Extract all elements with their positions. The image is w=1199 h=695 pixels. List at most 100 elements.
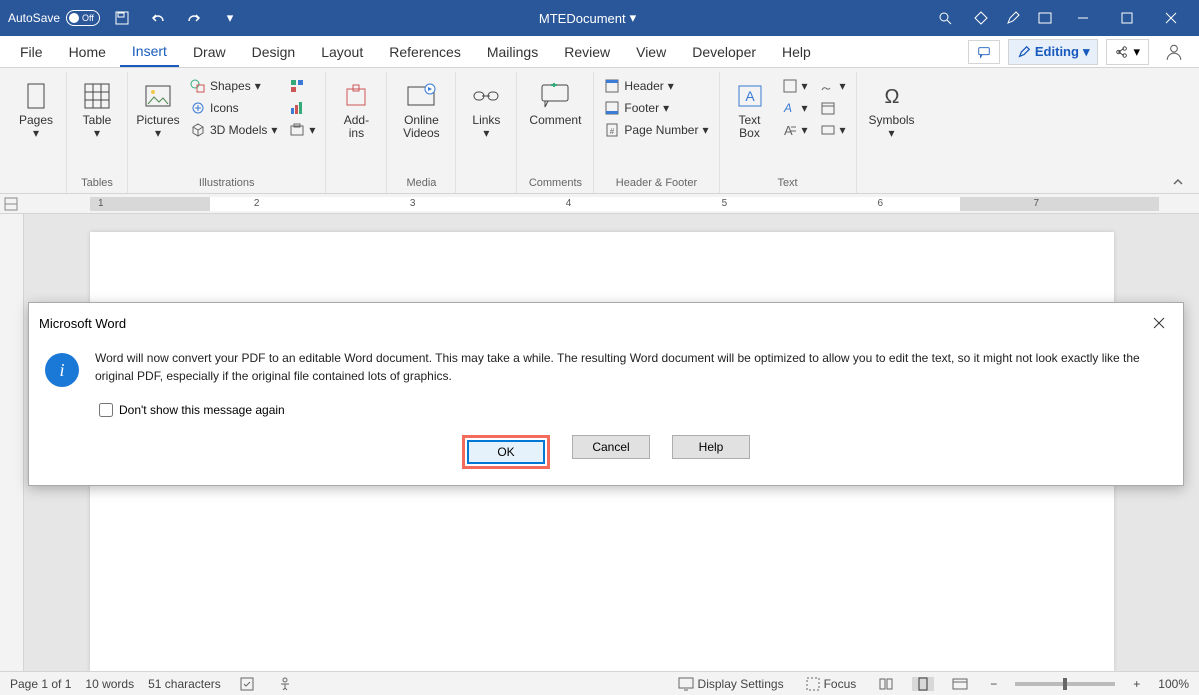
ribbon: Pages▾ Table▾ Tables Pictures▾ Shapes ▾ … <box>0 68 1199 194</box>
tab-home[interactable]: Home <box>57 38 118 66</box>
comment-button[interactable]: Comment <box>523 76 587 131</box>
close-button[interactable] <box>1151 4 1191 32</box>
group-addins: Add- ins <box>326 72 387 193</box>
tab-file[interactable]: File <box>8 38 55 66</box>
statusbar: Page 1 of 1 10 words 51 characters Displ… <box>0 671 1199 695</box>
online-videos-button[interactable]: Online Videos <box>393 76 449 144</box>
dont-show-checkbox[interactable]: Don't show this message again <box>29 399 1183 427</box>
datetime-button[interactable] <box>816 98 850 118</box>
redo-icon[interactable] <box>180 4 208 32</box>
zoom-out-button[interactable]: − <box>986 677 1001 691</box>
share-button[interactable]: ▾ <box>1106 39 1149 65</box>
screenshot-icon <box>289 122 305 138</box>
pages-button[interactable]: Pages▾ <box>12 76 60 144</box>
dialog-close-button[interactable] <box>1145 311 1173 335</box>
ruler-vertical[interactable] <box>0 214 24 671</box>
addins-icon <box>340 80 372 112</box>
pictures-icon <box>142 80 174 112</box>
symbols-button[interactable]: Ω Symbols▾ <box>863 76 921 144</box>
account-icon[interactable] <box>1157 39 1191 65</box>
editing-mode-button[interactable]: Editing▾ <box>1008 39 1099 65</box>
tab-review[interactable]: Review <box>552 38 622 66</box>
pen-icon[interactable] <box>999 4 1027 32</box>
search-icon[interactable] <box>931 4 959 32</box>
page-number-button[interactable]: #Page Number ▾ <box>600 120 712 140</box>
footer-icon <box>604 100 620 116</box>
status-page[interactable]: Page 1 of 1 <box>10 677 71 691</box>
zoom-slider[interactable] <box>1015 682 1115 686</box>
signature-button[interactable]: ▾ <box>816 76 850 96</box>
svg-text:A: A <box>783 101 792 115</box>
read-mode-icon[interactable] <box>874 677 898 691</box>
cancel-button[interactable]: Cancel <box>572 435 650 459</box>
document-title[interactable]: MTEDocument ▾ <box>539 10 636 26</box>
group-tables: Table▾ Tables <box>67 72 128 193</box>
group-header-footer: Header ▾ Footer ▾ #Page Number ▾ Header … <box>594 72 719 193</box>
tab-design[interactable]: Design <box>240 38 308 66</box>
status-words[interactable]: 10 words <box>85 677 134 691</box>
tab-help[interactable]: Help <box>770 38 823 66</box>
ribbon-tabs: File Home Insert Draw Design Layout Refe… <box>0 36 1199 68</box>
help-button[interactable]: Help <box>672 435 750 459</box>
chevron-down-icon: ▾ <box>630 10 637 26</box>
chart-icon <box>289 100 305 116</box>
ruler-horizontal[interactable]: 1234567 <box>0 194 1199 214</box>
ok-highlight: OK <box>462 435 550 469</box>
ok-button[interactable]: OK <box>467 440 545 464</box>
maximize-button[interactable] <box>1107 4 1147 32</box>
object-button[interactable]: ▾ <box>816 120 850 140</box>
screenshot-button[interactable]: ▾ <box>285 120 319 140</box>
qat-dropdown-icon[interactable]: ▾ <box>216 4 244 32</box>
print-layout-icon[interactable] <box>912 677 934 691</box>
icons-icon <box>190 100 206 116</box>
accessibility-icon[interactable] <box>273 676 297 692</box>
dialog-title: Microsoft Word <box>39 316 126 331</box>
table-button[interactable]: Table▾ <box>73 76 121 144</box>
tab-view[interactable]: View <box>624 38 678 66</box>
diamond-icon[interactable] <box>967 4 995 32</box>
group-text: A Text Box ▾ A▾ A▾ ▾ ▾ Text <box>720 72 857 193</box>
tab-developer[interactable]: Developer <box>680 38 768 66</box>
quickparts-button[interactable]: ▾ <box>778 76 812 96</box>
quickparts-icon <box>782 78 798 94</box>
pagenum-icon: # <box>604 122 620 138</box>
header-button[interactable]: Header ▾ <box>600 76 712 96</box>
tab-draw[interactable]: Draw <box>181 38 238 66</box>
web-layout-icon[interactable] <box>948 677 972 691</box>
tab-mailings[interactable]: Mailings <box>475 38 550 66</box>
textbox-button[interactable]: A Text Box <box>726 76 774 144</box>
wordart-button[interactable]: A▾ <box>778 98 812 118</box>
status-chars[interactable]: 51 characters <box>148 677 221 691</box>
shapes-button[interactable]: Shapes ▾ <box>186 76 281 96</box>
tab-insert[interactable]: Insert <box>120 37 179 67</box>
focus-button[interactable]: Focus <box>802 677 861 691</box>
chart-button[interactable] <box>285 98 319 118</box>
collapse-ribbon-icon[interactable] <box>1163 171 1193 193</box>
save-icon[interactable] <box>108 4 136 32</box>
titlebar: AutoSave Off ▾ MTEDocument ▾ <box>0 0 1199 36</box>
checkbox-input[interactable] <box>99 403 113 417</box>
comments-button[interactable] <box>968 40 1000 64</box>
minimize-button[interactable] <box>1063 4 1103 32</box>
dropcap-button[interactable]: A▾ <box>778 120 812 140</box>
shapes-icon <box>190 78 206 94</box>
spellcheck-icon[interactable] <box>235 676 259 692</box>
svg-text:Ω: Ω <box>884 86 899 108</box>
zoom-level[interactable]: 100% <box>1158 677 1189 691</box>
tab-references[interactable]: References <box>377 38 473 66</box>
3d-models-button[interactable]: 3D Models ▾ <box>186 120 281 140</box>
display-settings-button[interactable]: Display Settings <box>674 677 788 691</box>
tab-layout[interactable]: Layout <box>309 38 375 66</box>
undo-icon[interactable] <box>144 4 172 32</box>
links-button[interactable]: Links▾ <box>462 76 510 144</box>
addins-button[interactable]: Add- ins <box>332 76 380 144</box>
autosave-toggle[interactable]: AutoSave Off <box>8 10 100 26</box>
window-icon[interactable] <box>1031 4 1059 32</box>
smartart-button[interactable] <box>285 76 319 96</box>
footer-button[interactable]: Footer ▾ <box>600 98 712 118</box>
pictures-button[interactable]: Pictures▾ <box>134 76 182 144</box>
toggle-switch[interactable]: Off <box>66 10 100 26</box>
group-comments: Comment Comments <box>517 72 594 193</box>
zoom-in-button[interactable]: + <box>1129 677 1144 691</box>
icons-button[interactable]: Icons <box>186 98 281 118</box>
